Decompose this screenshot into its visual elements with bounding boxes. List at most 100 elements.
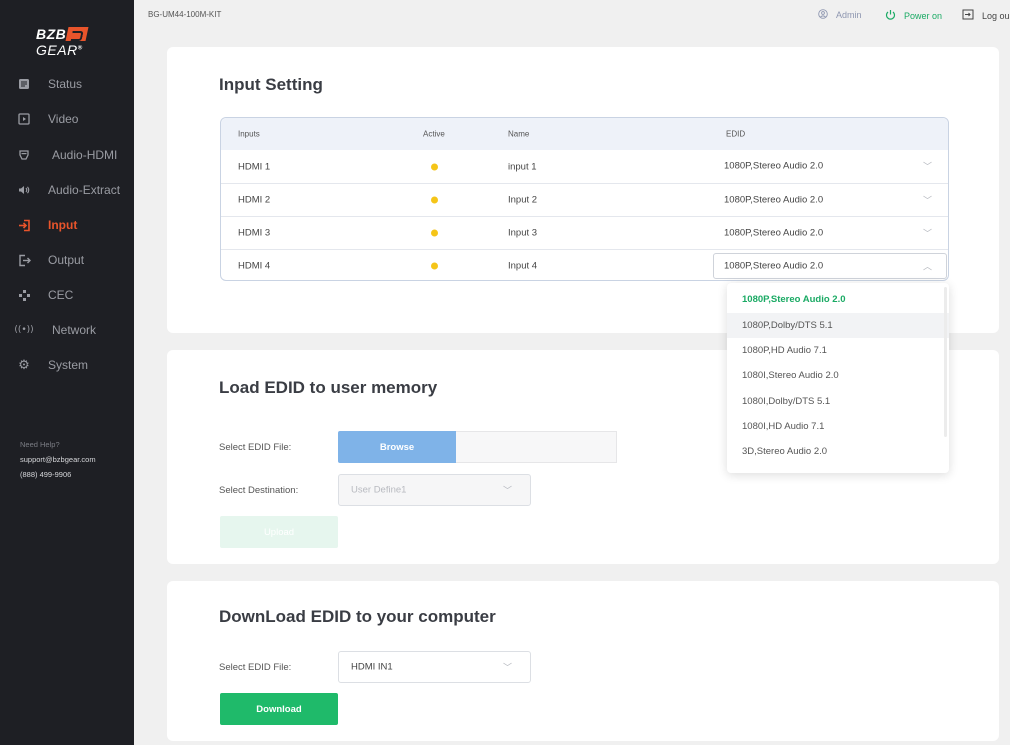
name-cell[interactable]: Input 4 — [508, 261, 537, 272]
table-row: HDMI 4 Input 4 1080P,Stereo Audio 2.0 ︿ — [221, 249, 948, 282]
file-name-field[interactable] — [456, 431, 617, 463]
edid-select-open[interactable]: 1080P,Stereo Audio 2.0 ︿ — [713, 253, 947, 279]
power-icon — [885, 9, 896, 22]
gear-icon: ⚙ — [18, 357, 30, 373]
speaker-icon — [17, 183, 31, 197]
edid-value: 1080P,Stereo Audio 2.0 — [724, 227, 824, 239]
active-indicator — [431, 229, 438, 237]
dropdown-option[interactable]: 1080I,Dolby/DTS 5.1 — [727, 389, 949, 414]
input-cell: HDMI 4 — [238, 260, 271, 272]
sidebar-item-status[interactable]: Status — [0, 72, 134, 96]
input-cell: HDMI 2 — [238, 194, 271, 206]
edid-select[interactable]: 1080P,Stereo Audio 2.0 ﹀ — [713, 220, 947, 246]
edid-select[interactable]: 1080P,Stereo Audio 2.0 ﹀ — [713, 187, 947, 213]
logout-icon — [962, 9, 974, 22]
dropdown-option[interactable]: 1080I,HD Audio 7.1 — [727, 414, 949, 439]
chevron-down-icon: ﹀ — [502, 485, 512, 496]
sidebar-item-label: Audio-HDMI — [52, 148, 118, 162]
help-email[interactable]: support@bzbgear.com — [20, 455, 96, 464]
edid-file-select[interactable]: HDMI IN1 ﹀ — [338, 651, 531, 683]
table-row: HDMI 2 Input 2 1080P,Stereo Audio 2.0 ﹀ — [221, 183, 948, 216]
sidebar-item-input[interactable]: Input — [0, 213, 134, 237]
chevron-down-icon: ﹀ — [922, 195, 932, 206]
select-destination-label: Select Destination: — [219, 485, 299, 496]
active-indicator — [431, 163, 438, 170]
input-cell: HDMI 1 — [238, 161, 271, 172]
chevron-up-icon: ︿ — [922, 261, 932, 272]
col-edid: EDID — [726, 129, 746, 139]
cec-icon — [17, 288, 31, 302]
input-icon — [17, 218, 31, 232]
sidebar-item-label: Audio-Extract — [48, 183, 121, 197]
output-icon — [17, 253, 31, 267]
sidebar-item-system[interactable]: ⚙ System — [0, 353, 134, 377]
table-row: HDMI 1 input 1 1080P,Stereo Audio 2.0 ﹀ — [221, 150, 948, 183]
admin-menu[interactable]: Admin — [818, 9, 862, 21]
sidebar: BZBGEAR® Status Video Audio-HDMI Audio-E… — [0, 0, 134, 745]
sidebar-item-label: Status — [48, 77, 83, 91]
select-file-label: Select EDID File: — [219, 442, 292, 453]
col-name: Name — [508, 129, 530, 139]
sidebar-item-network[interactable]: ((•)) Network — [0, 318, 134, 342]
sidebar-item-audio-hdmi[interactable]: Audio-HDMI — [0, 143, 134, 167]
chevron-down-icon: ﹀ — [502, 662, 512, 673]
upload-button[interactable]: Upload — [220, 516, 338, 548]
dropdown-option[interactable]: 1080P,Stereo Audio 2.0 — [727, 287, 949, 312]
download-edid-card: DownLoad EDID to your computer Select ED… — [167, 581, 999, 741]
sidebar-item-label: Network — [52, 323, 97, 337]
col-inputs: Inputs — [238, 129, 260, 139]
chevron-down-icon: ﹀ — [922, 161, 932, 172]
network-icon: ((•)) — [14, 325, 34, 335]
name-cell[interactable]: Input 3 — [508, 228, 537, 239]
download-edid-title: DownLoad EDID to your computer — [219, 607, 496, 626]
input-setting-title: Input Setting — [219, 75, 323, 94]
sidebar-item-label: CEC — [48, 288, 74, 302]
logout-label: Log ou — [982, 10, 1010, 21]
logo-mark-icon — [65, 27, 89, 41]
dropdown-option[interactable]: 1080I,Stereo Audio 2.0 — [727, 363, 949, 388]
select-file-label: Select EDID File: — [219, 662, 292, 673]
hdmi-icon — [17, 148, 31, 162]
sidebar-item-video[interactable]: Video — [0, 107, 134, 131]
help-phone: (888) 499-9906 — [20, 470, 72, 479]
dropdown-option[interactable]: 3D,Stereo Audio 2.0 — [727, 439, 949, 464]
col-active: Active — [423, 129, 445, 139]
logout-button[interactable]: Log ou — [962, 9, 1010, 22]
power-label: Power on — [904, 10, 943, 21]
table-row: HDMI 3 Input 3 1080P,Stereo Audio 2.0 ﹀ — [221, 216, 948, 249]
help-title: Need Help? — [20, 440, 60, 449]
download-button[interactable]: Download — [220, 693, 338, 725]
name-cell[interactable]: input 1 — [508, 161, 537, 172]
edid-file-value: HDMI IN1 — [351, 661, 393, 673]
dropdown-option[interactable]: 1080P,HD Audio 7.1 — [727, 338, 949, 363]
table-header: Inputs Active Name EDID — [221, 118, 948, 150]
sidebar-item-label: Output — [48, 253, 85, 267]
brand-logo: BZBGEAR® — [36, 26, 134, 58]
admin-label: Admin — [836, 10, 862, 20]
dropdown-scrollbar[interactable] — [944, 287, 947, 437]
chevron-down-icon: ﹀ — [922, 228, 932, 239]
name-cell[interactable]: Input 2 — [508, 195, 537, 206]
active-indicator — [431, 262, 438, 270]
destination-value: User Define1 — [351, 484, 407, 496]
edid-value: 1080P,Stereo Audio 2.0 — [724, 194, 824, 206]
sidebar-item-label: Video — [48, 112, 79, 126]
video-icon — [17, 112, 31, 126]
user-icon — [818, 9, 828, 21]
destination-select[interactable]: User Define1 ﹀ — [338, 474, 531, 506]
edid-value: 1080P,Stereo Audio 2.0 — [724, 260, 824, 272]
document-icon — [17, 77, 31, 91]
edid-select[interactable]: 1080P,Stereo Audio 2.0 ﹀ — [713, 153, 947, 179]
active-indicator — [431, 196, 438, 204]
sidebar-item-audio-extract[interactable]: Audio-Extract — [0, 178, 134, 202]
power-toggle[interactable]: Power on — [885, 9, 942, 22]
edid-dropdown-menu: 1080P,Stereo Audio 2.0 1080P,Dolby/DTS 5… — [727, 283, 949, 473]
browse-button[interactable]: Browse — [338, 431, 456, 463]
input-table: Inputs Active Name EDID HDMI 1 input 1 1… — [220, 117, 949, 281]
sidebar-item-cec[interactable]: CEC — [0, 283, 134, 307]
dropdown-option[interactable]: 1080P,Dolby/DTS 5.1 — [727, 313, 949, 338]
edid-value: 1080P,Stereo Audio 2.0 — [724, 160, 824, 172]
load-edid-title: Load EDID to user memory — [219, 378, 438, 397]
input-cell: HDMI 3 — [238, 227, 271, 239]
sidebar-item-output[interactable]: Output — [0, 248, 134, 272]
